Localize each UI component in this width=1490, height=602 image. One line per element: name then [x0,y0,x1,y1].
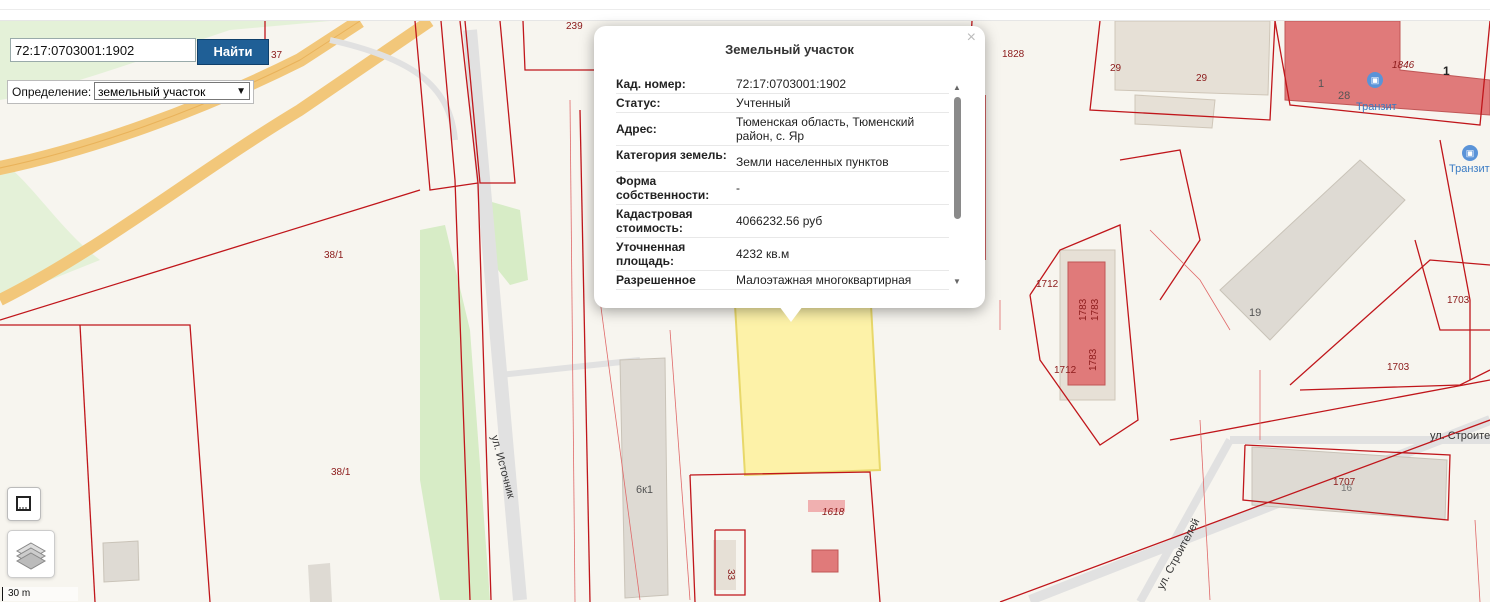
find-button[interactable]: Найти [197,39,269,65]
street-label: ул. Строите [1430,430,1490,442]
popup-scrollbar[interactable]: ▲ ▼ [952,83,962,286]
poi-label[interactable]: Транзит [1356,101,1397,113]
table-row: Уточненная площадь: 4232 кв.м [616,238,949,271]
building-label: 16 [1341,483,1353,494]
popup-title: Земельный участок [725,42,854,57]
search-panel: Найти [7,35,269,69]
top-bar [0,0,1490,21]
measure-button[interactable] [7,487,41,521]
parcel-label: 1703 [1387,362,1410,373]
table-row: Статус: Учтенный [616,94,949,113]
parcel-label: 1712 [1036,279,1059,290]
parcel-info-popup: × Земельный участок Кад. номер: 72:17:070… [594,26,985,322]
scroll-up-icon[interactable]: ▲ [953,83,961,92]
table-row: Категория земель: Земли населенных пункто… [616,146,949,172]
bus-stop-icon[interactable]: ▣ [1462,145,1478,161]
attr-value: - [736,181,740,195]
parcel-label: 1703 [1447,295,1470,306]
attr-key: Категория земель: [616,148,727,162]
parcel-label: 1712 [1054,365,1077,376]
parcel-label: 29 [1110,63,1122,74]
building-label: 1 [1443,64,1450,78]
popup-tip [779,306,803,322]
building-label: 6к1 [636,484,654,496]
definition-select[interactable]: земельный участок ▼ [94,82,250,100]
attr-key: Адрес: [616,122,657,136]
building-label: 1 [1318,78,1325,90]
table-row: Адрес: Тюменская область, Тюменский район… [616,113,949,146]
attr-value: Учтенный [736,96,791,110]
parcel-attributes-table: Кад. номер: 72:17:0703001:1902 Статус: Учт… [616,75,949,295]
parcel-label: 1828 [1002,49,1025,60]
attr-value: Тюменская область, Тюменский район, с. Я… [736,115,915,143]
parcel-label: 1783 [1090,298,1101,321]
attr-key: Статус: [616,96,661,110]
parcel-label: 38/1 [324,250,344,261]
scroll-down-icon[interactable]: ▼ [953,277,961,286]
attr-key: Уточненная площадь: [616,240,686,268]
parcel-label: 29 [1196,73,1208,84]
attr-value: 72:17:0703001:1902 [736,77,847,91]
table-row: Разрешенное Малоэтажная многоквартирная [616,271,949,290]
parcel-label: 1783 [1088,348,1099,371]
table-row: Кадастровая стоимость: 4066232.56 руб [616,205,949,238]
parcel-label: 37 [271,50,283,61]
parcel-label: 1846 [1392,60,1415,71]
cadastral-search-input[interactable] [10,38,196,62]
bus-stop-icon[interactable]: ▣ [1367,72,1383,88]
attr-key: Форма собственности: [616,174,710,202]
parcel-label: 1618 [822,507,845,518]
definition-selected: земельный участок [98,85,206,99]
attr-value: 4066232.56 руб [736,214,823,228]
parcel-label: 38/1 [331,467,351,478]
chevron-down-icon: ▼ [236,86,246,97]
table-row: Кад. номер: 72:17:0703001:1902 [616,75,949,94]
attr-key: Разрешенное [616,273,696,287]
definition-panel: Определение: земельный участок ▼ [7,80,254,104]
attr-value: Земли населенных пунктов [736,155,889,169]
layers-icon [15,542,47,570]
scrollbar-thumb[interactable] [954,97,961,219]
attr-key: Кад. номер: [616,77,686,91]
attr-value: 4232 кв.м [736,247,790,261]
parcel-label: 239 [566,21,583,32]
table-row: Форма собственности: - [616,172,949,205]
attr-value: Малоэтажная многоквартирная [736,273,912,287]
building-label: 28 [1338,90,1351,102]
building-label: 19 [1249,307,1262,319]
poi-label[interactable]: Транзит [1449,163,1490,175]
layers-button[interactable] [7,530,55,578]
parcel-label: 33 [725,569,736,581]
definition-label: Определение: [12,85,92,99]
ruler-icon [16,496,31,511]
attr-key: Кадастровая стоимость: [616,207,693,235]
scale-bar: 30 m [2,587,78,601]
parcel-label: 1783 [1078,298,1089,321]
